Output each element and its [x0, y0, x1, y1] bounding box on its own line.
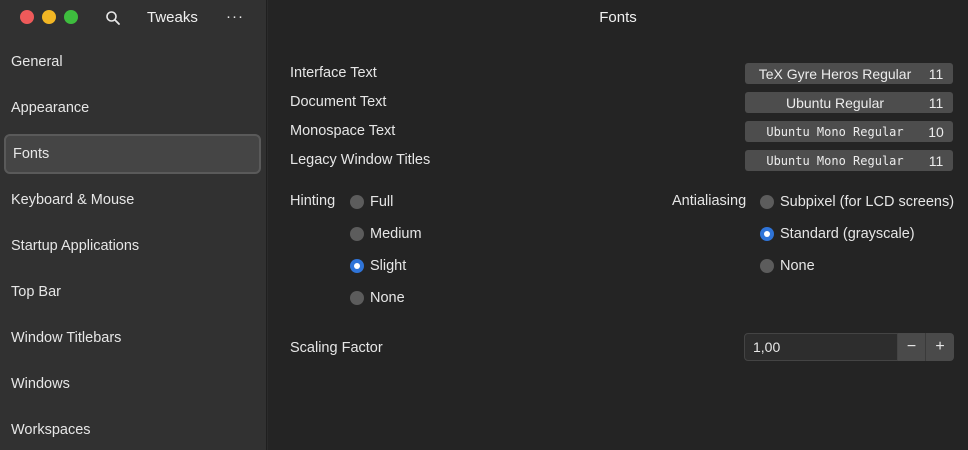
scaling-factor-label: Scaling Factor — [290, 340, 383, 356]
more-options-icon[interactable]: ··· — [226, 8, 244, 25]
hinting-label: Hinting — [290, 193, 336, 209]
maximize-window-button[interactable] — [64, 10, 78, 24]
radio-indicator-selected — [760, 227, 774, 241]
search-icon[interactable] — [105, 10, 121, 26]
radio-label: Medium — [370, 226, 422, 242]
font-name: Ubuntu Mono Regular — [766, 153, 904, 168]
main-panel: Fonts Interface Text TeX Gyre Heros Regu… — [268, 0, 968, 450]
font-size: 10 — [928, 123, 944, 140]
radio-indicator — [350, 291, 364, 305]
sidebar-header: Tweaks ··· — [0, 0, 267, 36]
minimize-window-button[interactable] — [42, 10, 56, 24]
hinting-full-radio[interactable]: Full — [350, 194, 393, 210]
sidebar-item-windows[interactable]: Windows — [4, 361, 261, 407]
sidebar-item-fonts[interactable]: Fonts — [4, 134, 261, 174]
antialiasing-subpixel-radio[interactable]: Subpixel (for LCD screens) — [760, 194, 954, 210]
font-size: 11 — [928, 152, 944, 169]
sidebar-item-appearance[interactable]: Appearance — [4, 85, 261, 131]
sidebar-list: General Appearance Fonts Keyboard & Mous… — [0, 39, 267, 450]
font-name: TeX Gyre Heros Regular — [758, 65, 912, 82]
legacy-window-titles-label: Legacy Window Titles — [290, 152, 431, 168]
font-size: 11 — [928, 65, 944, 82]
radio-indicator — [760, 195, 774, 209]
hinting-medium-radio[interactable]: Medium — [350, 226, 422, 242]
radio-indicator — [350, 195, 364, 209]
sidebar-item-general[interactable]: General — [4, 39, 261, 85]
scaling-factor-input[interactable]: 1,00 — [744, 333, 898, 361]
close-window-button[interactable] — [20, 10, 34, 24]
sidebar-item-workspaces[interactable]: Workspaces — [4, 407, 261, 450]
radio-label: Standard (grayscale) — [780, 226, 915, 242]
decrease-scaling-button[interactable]: − — [898, 333, 926, 361]
radio-label: None — [780, 258, 815, 274]
sidebar-item-window-titlebars[interactable]: Window Titlebars — [4, 315, 261, 361]
radio-indicator — [350, 227, 364, 241]
legacy-window-titles-font-button[interactable]: Ubuntu Mono Regular 11 — [745, 150, 953, 171]
radio-indicator — [760, 259, 774, 273]
font-size: 11 — [928, 94, 944, 111]
interface-text-font-button[interactable]: TeX Gyre Heros Regular 11 — [745, 63, 953, 84]
hinting-slight-radio[interactable]: Slight — [350, 258, 406, 274]
monospace-text-font-button[interactable]: Ubuntu Mono Regular 10 — [745, 121, 953, 142]
antialiasing-standard-radio[interactable]: Standard (grayscale) — [760, 226, 915, 242]
increase-scaling-button[interactable]: + — [926, 333, 954, 361]
radio-label: Subpixel (for LCD screens) — [780, 194, 955, 210]
page-title: Fonts — [599, 9, 637, 26]
sidebar: Tweaks ··· General Appearance Fonts Keyb… — [0, 0, 267, 450]
radio-label: Full — [370, 194, 394, 210]
antialiasing-label: Antialiasing — [672, 193, 747, 209]
radio-label: Slight — [370, 258, 407, 274]
interface-text-label: Interface Text — [290, 65, 377, 81]
sidebar-item-startup-applications[interactable]: Startup Applications — [4, 223, 261, 269]
font-name: Ubuntu Regular — [785, 94, 885, 111]
radio-label: None — [370, 290, 405, 306]
hinting-none-radio[interactable]: None — [350, 290, 405, 306]
monospace-text-label: Monospace Text — [290, 123, 396, 139]
radio-indicator-selected — [350, 259, 364, 273]
sidebar-item-top-bar[interactable]: Top Bar — [4, 269, 261, 315]
font-name: Ubuntu Mono Regular — [766, 124, 904, 139]
sidebar-item-keyboard-mouse[interactable]: Keyboard & Mouse — [4, 177, 261, 223]
antialiasing-none-radio[interactable]: None — [760, 258, 815, 274]
document-text-font-button[interactable]: Ubuntu Regular 11 — [745, 92, 953, 113]
document-text-label: Document Text — [290, 94, 387, 110]
app-title: Tweaks — [147, 9, 198, 26]
